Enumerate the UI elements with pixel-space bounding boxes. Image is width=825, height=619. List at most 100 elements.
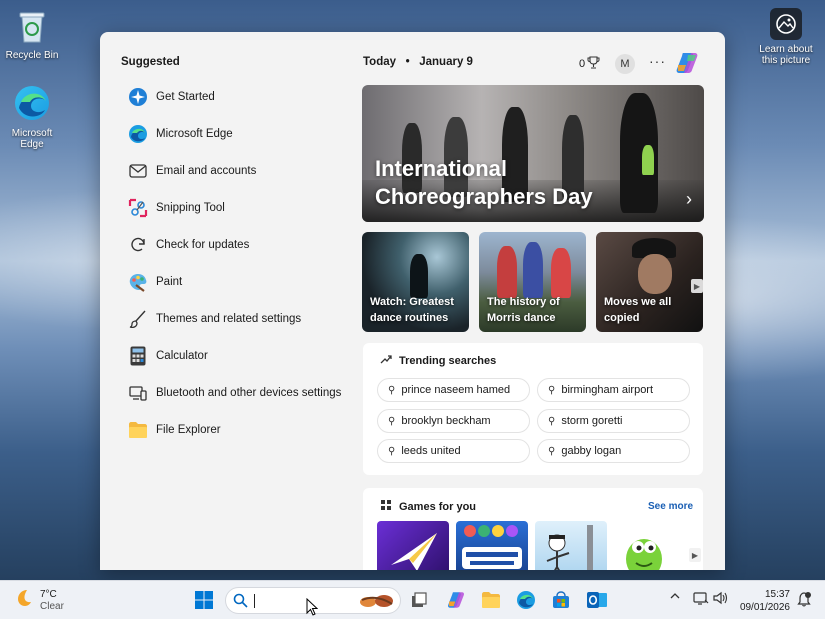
trending-chip[interactable]: ⚲ storm goretti [537, 409, 690, 433]
stickman-icon [546, 525, 593, 570]
tile-figure [497, 246, 517, 298]
story-tile[interactable]: Moves we all copied [596, 232, 703, 332]
hero-story-card[interactable]: International Choreographers Day › [362, 85, 704, 222]
game-tile[interactable] [456, 521, 528, 570]
game-tile[interactable] [535, 521, 607, 570]
trending-searches-card: Trending searches ⚲ prince naseem hamed ⚲… [363, 343, 703, 475]
story-tiles: Watch: Greatest dance routines The histo… [362, 232, 704, 332]
hero-title: International Choreographers Day [375, 156, 593, 209]
search-icon: ⚲ [548, 384, 556, 396]
suggested-item-bluetooth[interactable]: Bluetooth and other devices settings [118, 374, 348, 411]
tile-figure [551, 248, 571, 298]
edge-icon[interactable] [515, 589, 537, 611]
tiles-next-arrow-icon[interactable]: ▶ [691, 279, 703, 293]
show-hidden-icons-chevron-icon[interactable] [669, 591, 681, 604]
dot-separator: • [399, 56, 417, 68]
search-icon: ⚲ [548, 445, 556, 457]
temperature: 7°C [40, 588, 57, 600]
suggested-item-calculator[interactable]: Calculator [118, 337, 348, 374]
file-explorer-icon[interactable] [480, 589, 502, 611]
task-view-icon[interactable] [408, 589, 430, 611]
trophy-icon [587, 56, 600, 72]
learn-about-label: Learn about this picture [759, 44, 813, 66]
outlook-icon[interactable] [586, 589, 608, 611]
suggested-item-get-started[interactable]: Get Started [118, 78, 348, 115]
search-icon: ⚲ [388, 384, 396, 396]
suggested-item-label: Bluetooth and other devices settings [156, 386, 342, 399]
more-options-icon[interactable]: ··· [649, 53, 666, 69]
start-button[interactable] [193, 589, 215, 611]
trending-chip-label: birmingham airport [561, 384, 654, 396]
widgets-section: Today • January 9 0 M ··· International … [362, 32, 725, 570]
paint-icon [128, 272, 148, 292]
suggested-item-label: Email and accounts [156, 164, 257, 177]
camera-icon [770, 8, 802, 40]
chevron-right-icon[interactable]: › [686, 189, 692, 210]
tile-figure [410, 254, 428, 298]
story-tile[interactable]: Watch: Greatest dance routines [362, 232, 469, 332]
suggested-item-themes[interactable]: Themes and related settings [118, 300, 348, 337]
suggested-list: Get Started Microsoft Edge Email and acc… [118, 78, 348, 448]
suggested-title: Suggested [121, 56, 180, 68]
edge-label: Microsoft Edge [11, 128, 53, 150]
trending-chip-label: prince naseem hamed [401, 384, 511, 396]
copilot-icon[interactable] [674, 50, 700, 81]
games-next-arrow-icon[interactable]: ▶ [689, 548, 701, 562]
search-icon: ⚲ [548, 415, 556, 427]
rewards-points[interactable]: 0 [579, 56, 600, 72]
weather-widget[interactable]: 7°C Clear [14, 588, 64, 613]
trending-chip[interactable]: ⚲ brooklyn beckham [377, 409, 530, 433]
points-value: 0 [579, 58, 586, 70]
suggested-item-email[interactable]: Email and accounts [118, 152, 348, 189]
suggested-item-paint[interactable]: Paint [118, 263, 348, 300]
volume-icon[interactable] [712, 591, 728, 608]
trending-chip[interactable]: ⚲ birmingham airport [537, 378, 690, 402]
trending-arrow-icon [380, 354, 392, 367]
story-tile-title: The history of Morris dance [487, 296, 560, 324]
suggested-item-label: Calculator [156, 349, 208, 362]
suggested-item-label: Themes and related settings [156, 312, 302, 325]
trending-chip-label: gabby logan [561, 445, 622, 457]
recycle-bin-label: Recycle Bin [5, 50, 59, 61]
copilot-icon[interactable] [445, 589, 467, 611]
search-icon [233, 593, 248, 613]
mail-icon [128, 161, 148, 181]
game-tile[interactable] [614, 521, 686, 570]
story-tile[interactable]: The history of Morris dance [479, 232, 586, 332]
edge-icon [128, 124, 148, 144]
brush-icon [128, 309, 148, 329]
trending-chip[interactable]: ⚲ prince naseem hamed [377, 378, 530, 402]
suggested-item-check-updates[interactable]: Check for updates [118, 226, 348, 263]
suggested-item-file-explorer[interactable]: File Explorer [118, 411, 348, 448]
trending-chip[interactable]: ⚲ leeds united [377, 439, 530, 463]
games-header: Games for you [380, 499, 476, 514]
learn-about-picture[interactable]: Learn about this picture [754, 8, 818, 66]
clock-date: 09/01/2026 [739, 602, 790, 613]
suggested-item-snipping-tool[interactable]: Snipping Tool [118, 189, 348, 226]
taskbar: 7°C Clear 15:37 09/01/2026 [0, 580, 825, 619]
search-icon: ⚲ [388, 445, 396, 457]
weather-text: 7°C Clear [40, 589, 64, 613]
network-icon[interactable] [693, 591, 709, 608]
see-more-link[interactable]: See more [648, 501, 693, 512]
moon-icon [14, 588, 34, 613]
edge-shortcut[interactable]: Microsoft Edge [1, 84, 63, 150]
windows-icon [195, 591, 213, 609]
green-monster-icon [626, 539, 662, 570]
avatar[interactable]: M [615, 54, 635, 74]
get-started-icon [128, 87, 148, 107]
recycle-bin-shortcut[interactable]: Recycle Bin [1, 8, 63, 61]
suggested-item-edge[interactable]: Microsoft Edge [118, 115, 348, 152]
trending-header: Trending searches [380, 354, 496, 367]
start-panel: Suggested Get Started Microsoft Edge Ema… [100, 32, 725, 570]
bubble-shooter-icon [462, 525, 522, 569]
suggested-item-label: Get Started [156, 90, 215, 103]
game-tile[interactable] [377, 521, 449, 570]
recycle-bin-icon [1, 8, 63, 47]
store-icon[interactable] [550, 589, 572, 611]
snipping-tool-icon [128, 198, 148, 218]
notifications-icon[interactable] [797, 591, 811, 610]
trending-chip[interactable]: ⚲ gabby logan [537, 439, 690, 463]
system-clock[interactable]: 15:37 09/01/2026 [735, 588, 790, 614]
games-icon [380, 499, 392, 514]
